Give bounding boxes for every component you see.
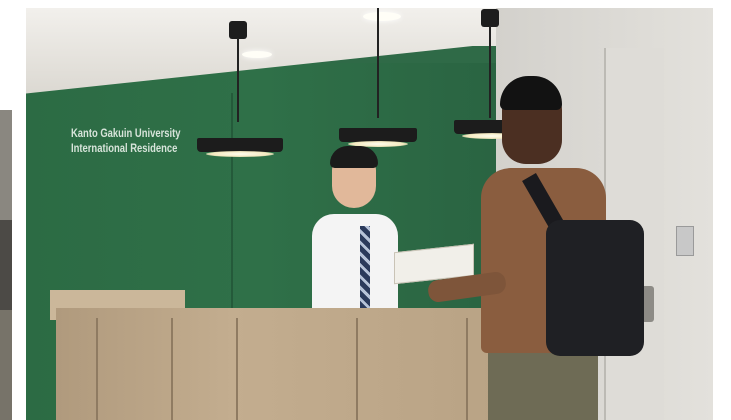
wall-sign-line1: Kanto Gakuin University (71, 128, 181, 140)
adjacent-photo-strip (0, 110, 12, 420)
reception-desk-front (56, 308, 496, 420)
wall-sign-line2: International Residence (71, 143, 178, 155)
ceiling-light (363, 12, 401, 21)
staff-hair (330, 146, 378, 168)
wall-switch-plate (676, 226, 694, 256)
staff-tie (360, 226, 370, 308)
staff-member (312, 214, 398, 314)
reception-photo: Kanto Gakuin University International Re… (26, 8, 713, 420)
wall-seam (231, 93, 233, 323)
visitor-pants (488, 348, 598, 420)
ceiling-light (242, 51, 272, 58)
backpack (546, 220, 644, 356)
wall-sign: Kanto Gakuin University International Re… (71, 127, 181, 157)
